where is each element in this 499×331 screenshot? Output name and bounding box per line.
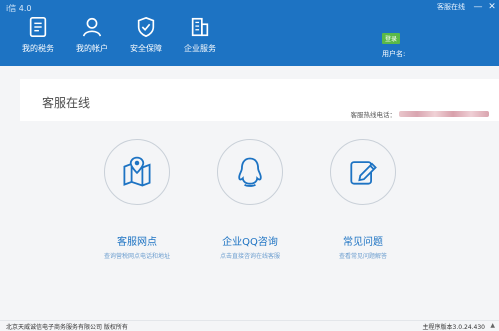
app-title: i信 4.0 [6, 4, 32, 13]
map-pin-icon [123, 156, 151, 187]
user-area: 登录 用户名: [382, 26, 405, 59]
shield-check-icon [137, 16, 155, 38]
building-icon [191, 17, 209, 37]
card-icon-circle [217, 139, 283, 205]
card-desc: 查看常见问题解答 [338, 253, 387, 260]
nav-item-my-account[interactable]: 我的帐户 [66, 16, 118, 54]
login-button[interactable]: 登录 [382, 33, 401, 44]
qq-penguin-icon [238, 157, 262, 187]
hotline-number-redacted [399, 111, 489, 117]
card-faq[interactable]: 常见问题 查看常见问题解答 [308, 139, 418, 260]
nav-item-security[interactable]: 安全保障 [120, 16, 172, 54]
document-icon [29, 17, 47, 37]
main-nav: 我的税务 我的帐户 安全保障 企业服务 [12, 16, 228, 54]
arrow-up-icon[interactable]: ▲ [490, 322, 495, 329]
edit-note-icon [350, 161, 377, 185]
page-title: 客服在线 [42, 96, 91, 110]
nav-label: 我的帐户 [76, 44, 108, 53]
service-panel: 客服在线 客服热线电话： 客服网点 查询营税网点电话和地址 企业QQ咨询 点击直… [0, 66, 499, 320]
card-desc: 点击直接咨询在线客服 [219, 253, 280, 260]
card-icon-circle [330, 139, 396, 205]
top-bar: i信 4.0 客服在线 — ✕ 我的税务 我的帐户 安全保障 企业服务 登录 用… [0, 0, 499, 66]
nav-item-my-tax[interactable]: 我的税务 [12, 16, 64, 54]
user-icon [82, 17, 102, 37]
nav-label: 企业服务 [184, 44, 216, 53]
card-title[interactable]: 客服网点 [82, 233, 192, 248]
card-qq-consult[interactable]: 企业QQ咨询 点击直接咨询在线客服 [195, 139, 305, 260]
card-service-outlets[interactable]: 客服网点 查询营税网点电话和地址 [82, 139, 192, 260]
close-button[interactable]: ✕ [485, 1, 499, 13]
card-desc: 查询营税网点电话和地址 [103, 253, 170, 260]
hotline: 客服热线电话： [350, 109, 489, 119]
hotline-label: 客服热线电话： [350, 111, 397, 119]
minimize-button[interactable]: — [471, 1, 485, 13]
card-title[interactable]: 企业QQ咨询 [195, 233, 305, 248]
card-icon-circle [104, 139, 170, 205]
username-label: 用户名: [382, 50, 406, 58]
card-title[interactable]: 常见问题 [308, 233, 418, 248]
nav-item-enterprise[interactable]: 企业服务 [174, 16, 226, 54]
status-bar: 北京天威诚信电子商务服务有限公司 版权所有 主程序版本3.0.24.430 ▲ [0, 320, 499, 331]
nav-label: 我的税务 [22, 44, 54, 53]
window-controls: 客服在线 — ✕ [437, 0, 499, 13]
nav-label: 安全保障 [130, 44, 162, 53]
service-online-link[interactable]: 客服在线 [437, 2, 465, 12]
panel-header: 客服在线 客服热线电话： [20, 79, 499, 121]
